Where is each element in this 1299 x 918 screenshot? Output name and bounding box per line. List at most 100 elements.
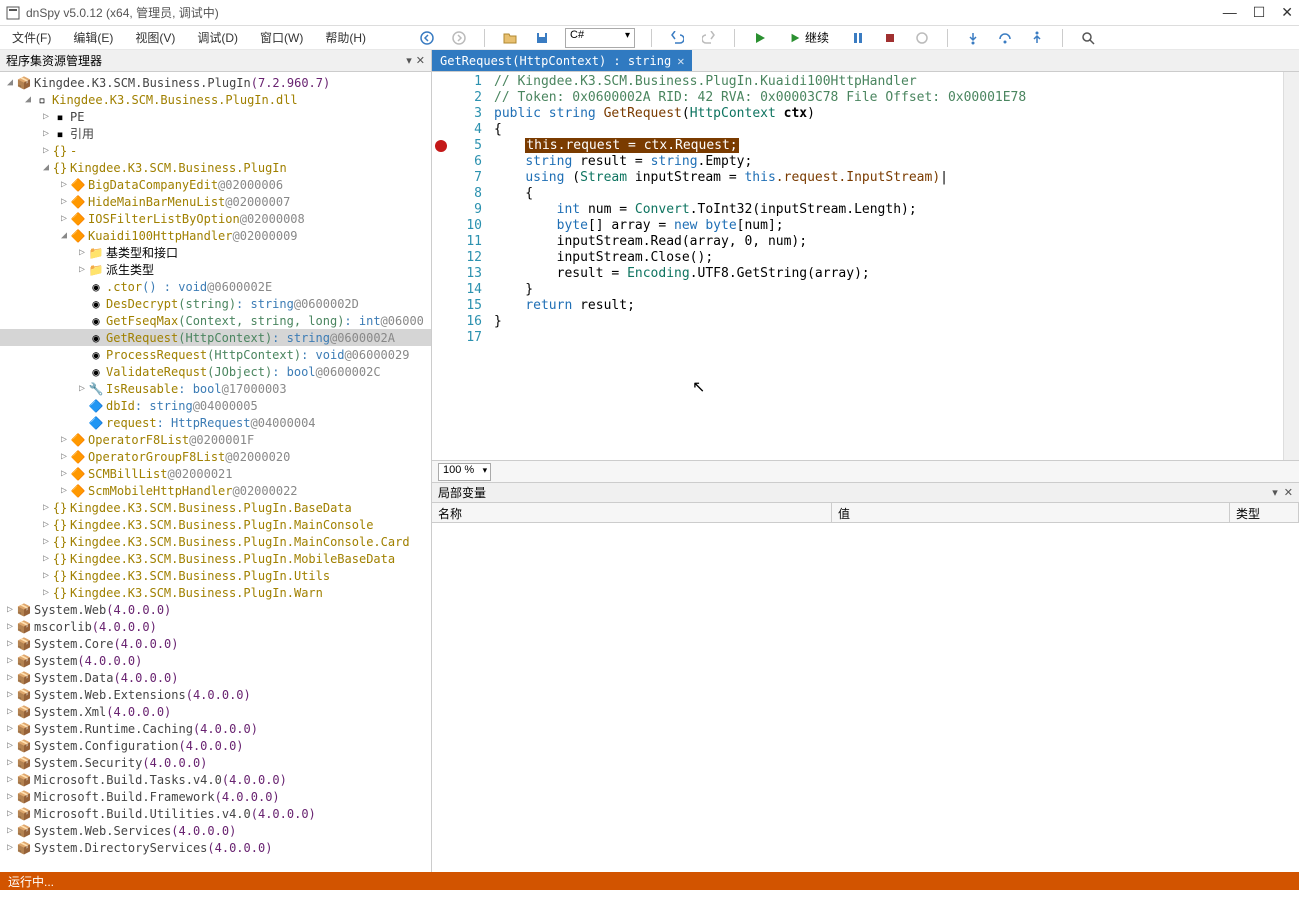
tree-assembly[interactable]: ▷📦Microsoft.Build.Tasks.v4.0 (4.0.0.0) xyxy=(0,771,431,788)
tree-assembly[interactable]: ▷📦Microsoft.Build.Utilities.v4.0 (4.0.0.… xyxy=(0,805,431,822)
tree-empty-ns[interactable]: ▷{}- xyxy=(0,142,431,159)
tree-module[interactable]: ◢▫Kingdee.K3.SCM.Business.PlugIn.dll xyxy=(0,91,431,108)
tree-namespace[interactable]: ▷{}Kingdee.K3.SCM.Business.PlugIn.Warn xyxy=(0,584,431,601)
tree-assembly[interactable]: ▷📦System.Web.Services (4.0.0.0) xyxy=(0,822,431,839)
tree-base-types[interactable]: ▷📁基类型和接口 xyxy=(0,244,431,261)
tree-class[interactable]: ▷🔶SCMBillList @02000021 xyxy=(0,465,431,482)
restart-icon[interactable] xyxy=(913,29,931,47)
tree-assembly[interactable]: ▷📦System.Runtime.Caching (4.0.0.0) xyxy=(0,720,431,737)
tree-method-selected[interactable]: ◉GetRequest(HttpContext) : string @06000… xyxy=(0,329,431,346)
tree-class[interactable]: ▷🔶ScmMobileHttpHandler @02000022 xyxy=(0,482,431,499)
tree-namespace[interactable]: ▷{}Kingdee.K3.SCM.Business.PlugIn.MainCo… xyxy=(0,533,431,550)
minimize-button[interactable]: — xyxy=(1223,4,1237,21)
code-area[interactable]: // Kingdee.K3.SCM.Business.PlugIn.Kuaidi… xyxy=(488,72,1283,460)
tree-class[interactable]: ▷🔶BigDataCompanyEdit @02000006 xyxy=(0,176,431,193)
menu-window[interactable]: 窗口(W) xyxy=(256,27,307,48)
tree-namespace[interactable]: ▷{}Kingdee.K3.SCM.Business.PlugIn.BaseDa… xyxy=(0,499,431,516)
tree-assembly[interactable]: ▷📦mscorlib (4.0.0.0) xyxy=(0,618,431,635)
tree-namespace[interactable]: ▷{}Kingdee.K3.SCM.Business.PlugIn.Mobile… xyxy=(0,550,431,567)
locals-col-value[interactable]: 值 xyxy=(832,503,1230,522)
step-out-icon[interactable] xyxy=(1028,29,1046,47)
tree-assembly[interactable]: ▷📦Microsoft.Build.Framework (4.0.0.0) xyxy=(0,788,431,805)
tree-class-expanded[interactable]: ◢🔶Kuaidi100HttpHandler @02000009 xyxy=(0,227,431,244)
search-icon[interactable] xyxy=(1079,29,1097,47)
tree-assembly[interactable]: ▷📦System.Core (4.0.0.0) xyxy=(0,635,431,652)
panel-menu-icon[interactable]: ▾ xyxy=(406,54,412,67)
breakpoint-icon[interactable] xyxy=(435,140,447,152)
locals-menu-icon[interactable]: ▾ xyxy=(1272,486,1278,499)
menu-debug[interactable]: 调试(D) xyxy=(193,27,242,48)
vertical-scrollbar[interactable] xyxy=(1283,72,1299,460)
tree-class[interactable]: ▷🔶OperatorGroupF8List @02000020 xyxy=(0,448,431,465)
locals-body[interactable] xyxy=(432,523,1299,872)
tree-assembly[interactable]: ▷📦System.DirectoryServices (4.0.0.0) xyxy=(0,839,431,856)
tree-namespace[interactable]: ▷{}Kingdee.K3.SCM.Business.PlugIn.Utils xyxy=(0,567,431,584)
menu-file[interactable]: 文件(F) xyxy=(8,27,55,48)
assembly-explorer: 程序集资源管理器 ▾ ✕ ◢📦Kingdee.K3.SCM.Business.P… xyxy=(0,50,432,872)
tree-namespace[interactable]: ▷{}Kingdee.K3.SCM.Business.PlugIn.MainCo… xyxy=(0,516,431,533)
line-gutter[interactable]: 1234 5 6789 10111213 14151617 xyxy=(432,72,488,460)
stop-icon[interactable] xyxy=(881,29,899,47)
tree-assembly[interactable]: ▷📦System.Data (4.0.0.0) xyxy=(0,669,431,686)
tree-assembly[interactable]: ▷📦System.Web (4.0.0.0) xyxy=(0,601,431,618)
tree-assembly[interactable]: ▷📦System.Xml (4.0.0.0) xyxy=(0,703,431,720)
window-buttons: — ☐ ✕ xyxy=(1223,4,1293,21)
nav-fwd-icon[interactable] xyxy=(450,29,468,47)
status-text: 运行中... xyxy=(8,873,54,890)
panel-title: 程序集资源管理器 xyxy=(6,52,406,69)
locals-columns-header: 名称 值 类型 xyxy=(432,503,1299,523)
tree-property[interactable]: ▷🔧IsReusable : bool @17000003 xyxy=(0,380,431,397)
locals-col-name[interactable]: 名称 xyxy=(432,503,832,522)
tree-class[interactable]: ▷🔶HideMainBarMenuList @02000007 xyxy=(0,193,431,210)
continue-button[interactable]: 继续 xyxy=(783,27,835,48)
tree-method[interactable]: ◉.ctor() : void @0600002E xyxy=(0,278,431,295)
maximize-button[interactable]: ☐ xyxy=(1253,4,1266,21)
window-title: dnSpy v5.0.12 (x64, 管理员, 调试中) xyxy=(6,4,1223,21)
locals-panel: 局部变量 ▾ ✕ 名称 值 类型 xyxy=(432,482,1299,872)
menu-view[interactable]: 视图(V) xyxy=(131,27,179,48)
tree-class[interactable]: ▷🔶OperatorF8List @0200001F xyxy=(0,431,431,448)
locals-col-type[interactable]: 类型 xyxy=(1230,503,1299,522)
tree-derived-types[interactable]: ▷📁派生类型 xyxy=(0,261,431,278)
tree-namespace[interactable]: ◢{}Kingdee.K3.SCM.Business.PlugIn xyxy=(0,159,431,176)
tab-close-icon[interactable]: ✕ xyxy=(677,54,684,68)
redo-icon[interactable] xyxy=(700,29,718,47)
menubar: 文件(F) 编辑(E) 视图(V) 调试(D) 窗口(W) 帮助(H) C# 继… xyxy=(0,26,1299,50)
save-icon[interactable] xyxy=(533,29,551,47)
editor-tabs: GetRequest(HttpContext) : string ✕ xyxy=(432,50,1299,72)
undo-icon[interactable] xyxy=(668,29,686,47)
menu-help[interactable]: 帮助(H) xyxy=(321,27,370,48)
tree-method[interactable]: ◉GetFseqMax(Context, string, long) : int… xyxy=(0,312,431,329)
tree-assembly[interactable]: ▷📦System (4.0.0.0) xyxy=(0,652,431,669)
locals-close-icon[interactable]: ✕ xyxy=(1284,486,1293,499)
titlebar: dnSpy v5.0.12 (x64, 管理员, 调试中) — ☐ ✕ xyxy=(0,0,1299,26)
tree-method[interactable]: ◉ProcessRequest(HttpContext) : void @060… xyxy=(0,346,431,363)
close-button[interactable]: ✕ xyxy=(1281,4,1293,21)
tree-references[interactable]: ▷▪引用 xyxy=(0,125,431,142)
step-into-icon[interactable] xyxy=(964,29,982,47)
tree-field[interactable]: 🔷dbId : string @04000005 xyxy=(0,397,431,414)
menu-edit[interactable]: 编辑(E) xyxy=(69,27,117,48)
tree-assembly[interactable]: ▷📦System.Web.Extensions (4.0.0.0) xyxy=(0,686,431,703)
tree-assembly[interactable]: ▷📦System.Configuration (4.0.0.0) xyxy=(0,737,431,754)
language-select[interactable]: C# xyxy=(565,28,635,48)
zoom-select[interactable]: 100 % xyxy=(438,463,491,481)
tree[interactable]: ◢📦Kingdee.K3.SCM.Business.PlugIn (7.2.96… xyxy=(0,72,431,872)
editor-tab-active[interactable]: GetRequest(HttpContext) : string ✕ xyxy=(432,50,692,71)
pause-icon[interactable] xyxy=(849,29,867,47)
nav-back-icon[interactable] xyxy=(418,29,436,47)
tree-pe[interactable]: ▷▪PE xyxy=(0,108,431,125)
panel-close-icon[interactable]: ✕ xyxy=(416,54,425,67)
locals-title: 局部变量 xyxy=(438,484,1266,501)
tree-assembly[interactable]: ▷📦System.Security (4.0.0.0) xyxy=(0,754,431,771)
tree-method[interactable]: ◉ValidateRequst(JObject) : bool @0600002… xyxy=(0,363,431,380)
tree-assembly[interactable]: ◢📦Kingdee.K3.SCM.Business.PlugIn (7.2.96… xyxy=(0,74,431,91)
statusbar: 运行中... xyxy=(0,872,1299,890)
start-icon[interactable] xyxy=(751,29,769,47)
tree-class[interactable]: ▷🔶IOSFilterListByOption @02000008 xyxy=(0,210,431,227)
step-over-icon[interactable] xyxy=(996,29,1014,47)
code-editor: GetRequest(HttpContext) : string ✕ 1234 … xyxy=(432,50,1299,872)
tree-field[interactable]: 🔷request : HttpRequest @04000004 xyxy=(0,414,431,431)
tree-method[interactable]: ◉DesDecrypt(string) : string @0600002D xyxy=(0,295,431,312)
open-icon[interactable] xyxy=(501,29,519,47)
